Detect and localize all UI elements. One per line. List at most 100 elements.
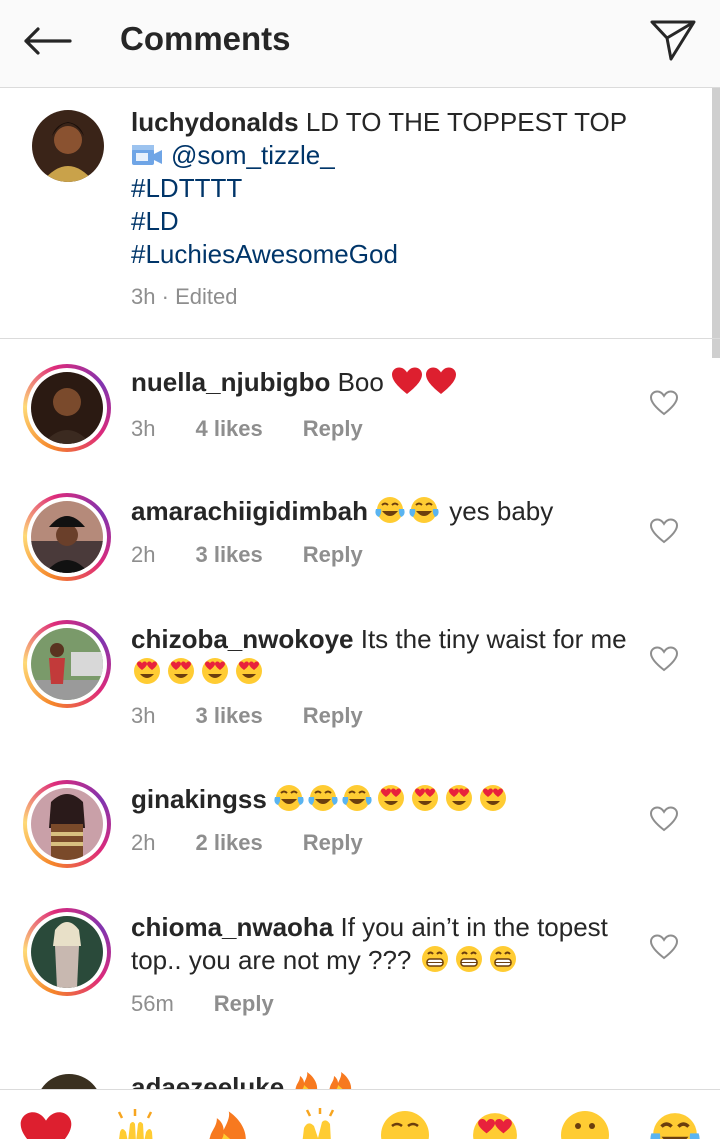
tears-of-joy-icon [408,495,440,525]
reply-button[interactable]: Reply [214,991,274,1017]
tears-of-joy-icon[interactable] [648,1108,702,1139]
video-camera-icon [131,143,163,167]
caption-body: LD TO THE TOPPEST TOP [305,107,628,137]
heart-eyes-icon [131,656,163,686]
comment-meta: 3h 4 likes Reply [131,416,363,442]
astonished-face-icon[interactable] [558,1108,612,1139]
heart-eyes-icon [409,783,441,813]
reply-button[interactable]: Reply [303,703,363,729]
like-heart-icon[interactable] [648,804,680,834]
avatar [31,501,103,573]
comment-text: adaezeeluke [131,1071,358,1089]
avatar [31,628,103,700]
clapping-hands-icon[interactable] [290,1108,344,1139]
comment-meta: 56m Reply [131,991,274,1017]
meta-separator: · [161,284,169,309]
comment-time: 3h [131,703,156,728]
comment-username[interactable]: nuella_njubigbo [131,367,330,397]
red-heart-icon [391,366,423,396]
heart-eyes-icon [443,783,475,813]
comment-text: chioma_nwaoha If you ain’t in the topest… [131,911,641,977]
likes-count[interactable]: 2 likes [195,830,262,856]
tears-of-joy-icon [307,783,339,813]
avatar[interactable] [36,1074,102,1089]
comment-item: adaezeeluke [0,1068,720,1089]
comment-meta: 3h 3 likes Reply [131,703,363,729]
story-ring[interactable] [23,780,111,868]
heart-eyes-icon [199,656,231,686]
grin-icon [487,944,519,974]
caption-text: luchydonalds LD TO THE TOPPEST TOP @som_… [131,106,691,271]
comment-meta: 2h 3 likes Reply [131,542,363,568]
comment-username[interactable]: adaezeeluke [131,1072,284,1089]
heart-eyes-icon [233,656,265,686]
avatar [31,372,103,444]
comment-body: yes baby [449,496,554,526]
comment-meta: 2h 2 likes Reply [131,830,363,856]
story-ring[interactable] [23,620,111,708]
fire-icon[interactable] [200,1108,254,1139]
grin-icon [419,944,451,974]
caption-meta: 3h · Edited [131,284,237,310]
story-ring[interactable] [23,908,111,996]
heart-eyes-icon [165,656,197,686]
emoji-quick-bar [0,1089,720,1139]
reply-button[interactable]: Reply [303,542,363,568]
comment-username[interactable]: chioma_nwaoha [131,912,333,942]
heart-eyes-icon [477,783,509,813]
comment-body: Boo [337,367,384,397]
like-heart-icon[interactable] [648,388,680,418]
send-icon [650,20,696,61]
share-button[interactable] [644,14,702,66]
tears-of-joy-icon [341,783,373,813]
comment-time: 2h [131,830,156,855]
like-heart-icon[interactable] [648,644,680,674]
hashtag-link[interactable]: #LD [131,205,691,238]
heart-eyes-icon [375,783,407,813]
story-ring[interactable] [23,364,111,452]
page-title: Comments [120,20,291,57]
raising-hands-icon[interactable] [108,1108,162,1139]
hashtag-link[interactable]: #LDTTTT [131,172,691,205]
comment-time: 3h [131,416,156,441]
avatar [31,916,103,988]
grin-icon [453,944,485,974]
story-ring[interactable] [23,493,111,581]
reply-button[interactable]: Reply [303,830,363,856]
comment-time: 2h [131,542,156,567]
red-heart-icon [425,366,457,396]
mention-link[interactable]: @som_tizzle_ [171,140,335,170]
reply-button[interactable]: Reply [303,416,363,442]
like-heart-icon[interactable] [648,932,680,962]
like-heart-icon[interactable] [648,516,680,546]
heart-eyes-icon[interactable] [468,1108,522,1139]
fire-icon [324,1071,356,1089]
post-caption: luchydonalds LD TO THE TOPPEST TOP @som_… [0,88,720,339]
caption-time: 3h [131,284,156,309]
top-bar: Comments [0,0,720,88]
likes-count[interactable]: 4 likes [195,416,262,442]
avatar [31,788,103,860]
edited-label: Edited [175,284,238,309]
tears-of-joy-icon [374,495,406,525]
comment-username[interactable]: chizoba_nwokoye [131,624,354,654]
back-button[interactable] [18,16,76,66]
crying-face-icon[interactable] [378,1108,432,1139]
comment-body: Its the tiny waist for me [360,624,627,654]
comment-text: amarachiigidimbah yes baby [131,495,631,528]
avatar[interactable] [32,110,104,182]
comment-username[interactable]: ginakingss [131,784,267,814]
comment-text: chizoba_nwokoye Its the tiny waist for m… [131,623,631,689]
likes-count[interactable]: 3 likes [195,703,262,729]
red-heart-icon[interactable] [19,1108,73,1139]
comment-text: nuella_njubigbo Boo [131,366,631,399]
comment-time: 56m [131,991,174,1016]
hashtag-link[interactable]: #LuchiesAwesomeGod [131,238,691,271]
comment-text: ginakingss [131,783,631,816]
fire-icon [290,1071,322,1089]
likes-count[interactable]: 3 likes [195,542,262,568]
comment-username[interactable]: amarachiigidimbah [131,496,368,526]
arrow-left-icon [24,27,72,55]
caption-username[interactable]: luchydonalds [131,107,299,137]
tears-of-joy-icon [273,783,305,813]
